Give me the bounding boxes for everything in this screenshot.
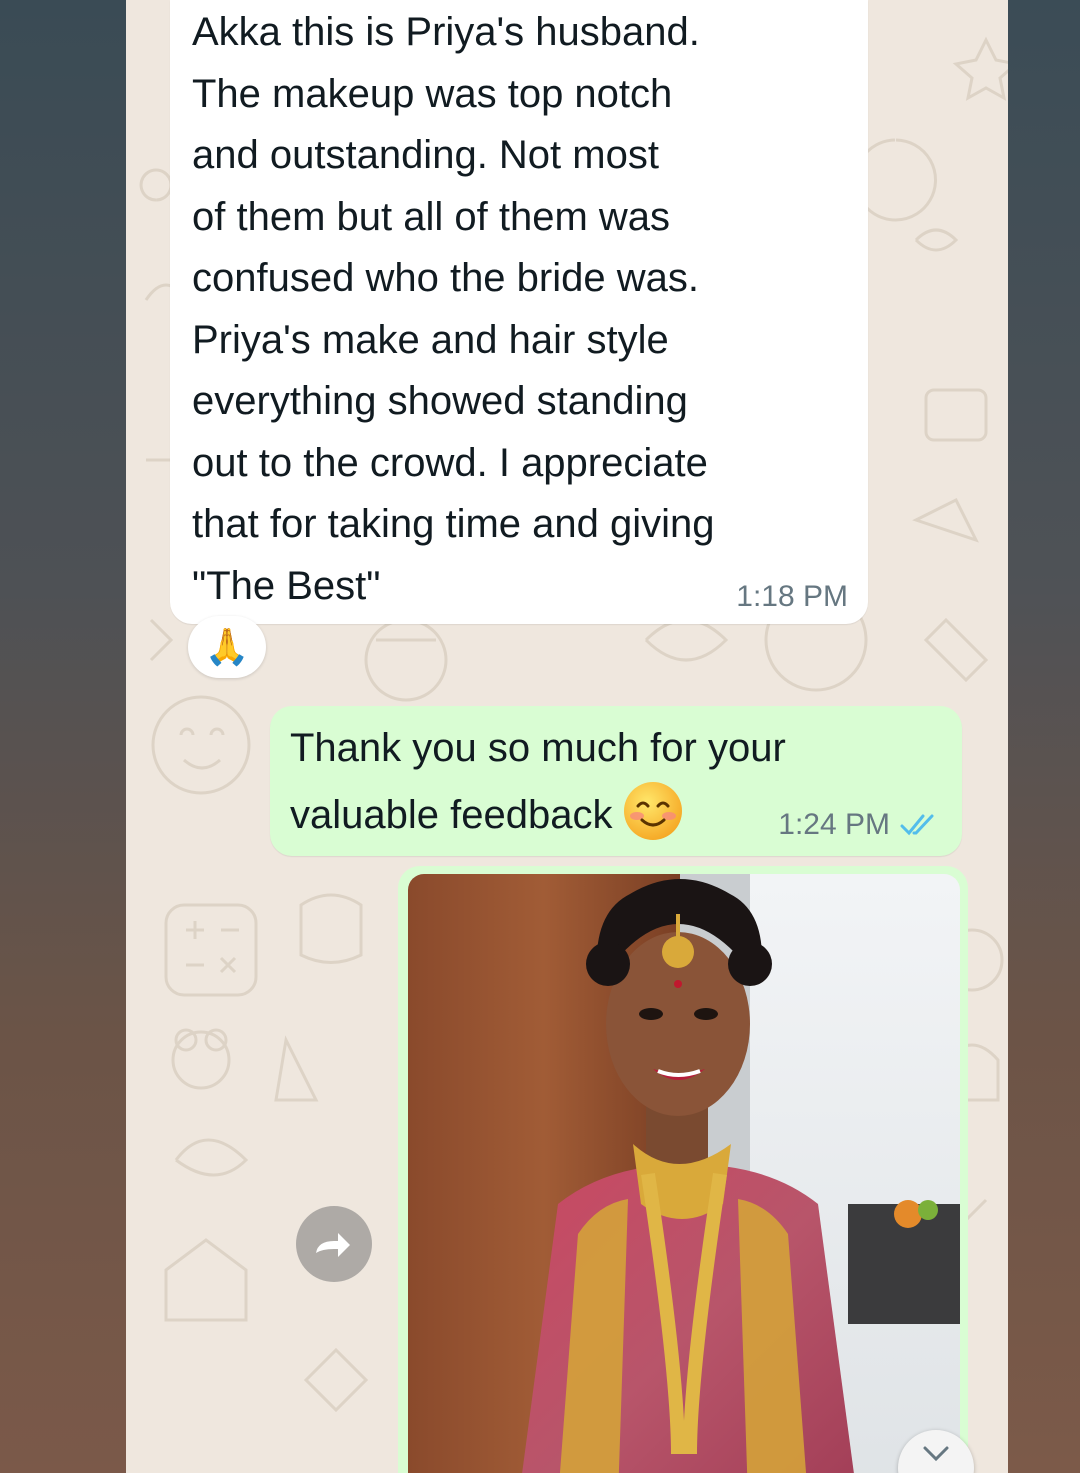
double-check-icon [900,814,934,836]
outgoing-message-time: 1:24 PM [778,808,890,841]
forward-icon [316,1233,350,1257]
bride-photo-image [408,874,960,1473]
chevron-down-icon [923,1446,949,1462]
outgoing-message-meta: 1:24 PM [778,808,940,842]
incoming-message-bubble[interactable]: Akka this is Priya's husband. The makeup… [170,0,868,624]
image-message-bubble[interactable] [398,866,968,1473]
left-backdrop [0,0,126,1473]
incoming-message-time: 1:18 PM [736,580,848,613]
right-backdrop [1008,0,1080,1473]
praying-hands-icon: 🙏 [204,626,250,667]
outgoing-message-bubble[interactable]: Thank you so much for your valuable feed… [270,706,962,856]
forward-button[interactable] [296,1206,372,1282]
bride-photo[interactable] [408,874,960,1473]
chat-panel[interactable]: Akka this is Priya's husband. The makeup… [126,0,1008,1473]
smiling-face-icon [624,782,683,840]
outgoing-message-text: Thank you so much for your valuable feed… [290,726,786,837]
reaction-badge[interactable]: 🙏 [188,616,266,678]
incoming-message-text: Akka this is Priya's husband. The makeup… [192,10,715,608]
